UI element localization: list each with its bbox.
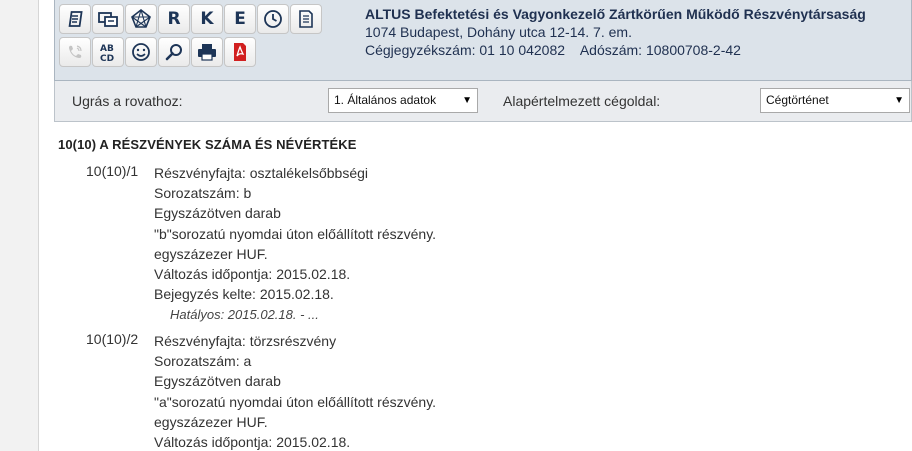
printer-icon[interactable] xyxy=(191,37,223,67)
toolbar-row-1: R K E xyxy=(59,4,359,34)
entry-number: 10(10)/1 xyxy=(86,163,139,179)
smiley-icon[interactable] xyxy=(125,37,157,67)
entry-line: Bejegyzés kelte: 2015.02.18. xyxy=(154,286,334,303)
svg-text:AB: AB xyxy=(100,44,114,54)
entry-line: "b"sorozatú nyomdai úton előállított rés… xyxy=(154,225,437,242)
toolbar: R K E AB CD xyxy=(59,4,359,70)
entry-line: egyszázezer HUF. xyxy=(154,413,268,430)
network-icon[interactable] xyxy=(125,4,157,34)
abcd-icon[interactable]: AB CD xyxy=(92,37,124,67)
clock-icon[interactable] xyxy=(257,4,289,34)
jump-label: Ugrás a rovathoz: xyxy=(72,93,183,109)
r-button[interactable]: R xyxy=(158,4,190,34)
document-list-icon[interactable] xyxy=(59,4,91,34)
phone-icon[interactable] xyxy=(59,37,91,67)
default-page-select[interactable]: Cégtörténet ▼ xyxy=(760,88,910,113)
company-info: ALTUS Befektetési és Vagyonkezelő Zártkö… xyxy=(365,5,910,59)
entry-lines: Részvényfajta: osztalékelsőbbségi Soroza… xyxy=(154,163,436,304)
company-ids: Cégjegyzékszám: 01 10 042082 Adószám: 10… xyxy=(365,41,910,59)
entry-number: 10(10)/2 xyxy=(86,331,139,347)
company-address: 1074 Budapest, Dohány utca 12-14. 7. em. xyxy=(365,24,632,40)
jump-select-value: 1. Általános adatok xyxy=(334,93,437,107)
registry-number: 01 10 042082 xyxy=(479,42,566,58)
page-icon[interactable] xyxy=(290,4,322,34)
entry-line: Sorozatszám: a xyxy=(154,353,252,370)
tax-number: 10800708-2-42 xyxy=(645,42,741,58)
default-page-select-value: Cégtörténet xyxy=(766,93,829,107)
jump-select[interactable]: 1. Általános adatok ▼ xyxy=(328,88,478,113)
toolbar-row-2: AB CD xyxy=(59,37,359,67)
tax-label: Adószám: xyxy=(579,42,643,58)
svg-text:CD: CD xyxy=(100,54,114,63)
entry-line: Változás időpontja: 2015.02.18. xyxy=(154,266,351,283)
navigation-bar: Ugrás a rovathoz: 1. Általános adatok ▼ … xyxy=(54,81,912,122)
entry-line: Részvényfajta: törzsrészvény xyxy=(154,333,337,349)
entry-line: Részvényfajta: osztalékelsőbbségi xyxy=(154,165,369,181)
company-name: ALTUS Befektetési és Vagyonkezelő Zártkö… xyxy=(365,6,866,22)
page: R K E AB CD ALTUS Befektetési és Vagyonk… xyxy=(0,0,912,451)
entry-line: Egyszázötven darab xyxy=(154,205,281,222)
pdf-icon[interactable] xyxy=(224,37,256,67)
default-page-label: Alapértelmezett cégoldal: xyxy=(503,93,661,109)
entry-line: Változás időpontja: 2015.02.18. xyxy=(154,434,351,451)
dropdown-arrow-icon: ▼ xyxy=(462,95,472,106)
k-button[interactable]: K xyxy=(191,4,223,34)
entry-line: egyszázezer HUF. xyxy=(154,245,268,262)
effective-date: Hatályos: 2015.02.18. - ... xyxy=(170,307,319,322)
entry-line: Egyszázötven darab xyxy=(154,373,281,390)
entry-line: Sorozatszám: b xyxy=(154,185,252,202)
search-icon[interactable] xyxy=(158,37,190,67)
company-header: R K E AB CD ALTUS Befektetési és Vagyonk… xyxy=(54,0,912,81)
entry-lines: Részvényfajta: törzsrészvény Sorozatszám… xyxy=(154,331,436,451)
entry-line: "a"sorozatú nyomdai úton előállított rés… xyxy=(154,393,437,410)
registry-label: Cégjegyzékszám: xyxy=(365,42,476,58)
e-button[interactable]: E xyxy=(224,4,256,34)
transfer-icon[interactable] xyxy=(92,4,124,34)
section-title: 10(10) A RÉSZVÉNYEK SZÁMA ÉS NÉVÉRTÉKE xyxy=(58,137,357,152)
dropdown-arrow-icon: ▼ xyxy=(894,95,904,106)
